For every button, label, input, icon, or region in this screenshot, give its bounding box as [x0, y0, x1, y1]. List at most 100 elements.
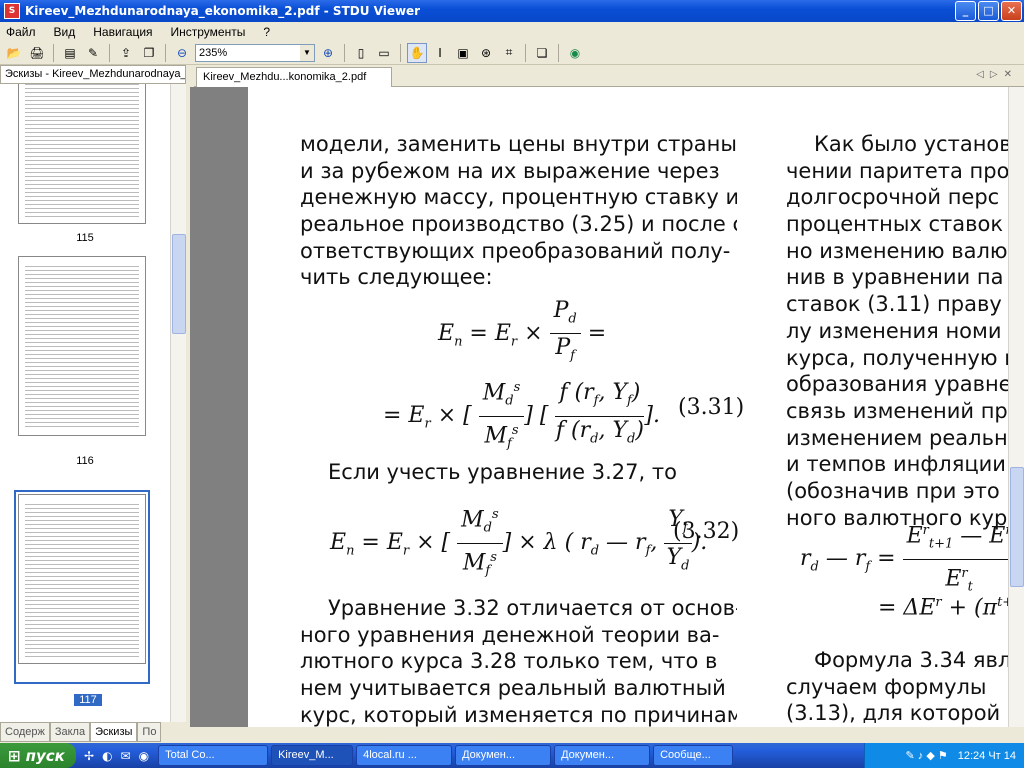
tab-thumbnails[interactable]: Эскизы [90, 722, 138, 742]
menu-tools[interactable]: Инструменты [171, 25, 246, 39]
document-scrollbar[interactable] [1008, 87, 1024, 727]
toolbar: 📂 🖨 ▤ ✎ ⇪ ❐ ⊖ 235% ▼ ⊕ ▯ ▭ ✋ I ▣ ⊛ ⌗ ❏ ◉ [0, 41, 1024, 65]
equation-3-32: En = Er × [ Mds Mfs ] × λ ( rd — rf, Yf … [330, 501, 707, 585]
quick-launch-icon[interactable]: ✉ [121, 749, 131, 763]
taskbar-item[interactable]: Total Co... [158, 745, 269, 766]
text-line: связь изменений пр [786, 398, 1008, 423]
quick-launch-icon[interactable]: ✢ [84, 749, 94, 763]
scrollbar-thumb[interactable] [172, 234, 186, 334]
equation-3-33-fragment: rd — rf = Ert+1 — Er Ert [800, 517, 1008, 601]
export-icon[interactable]: ⇪ [116, 43, 136, 63]
start-button[interactable]: ⊞ пуск [0, 743, 76, 768]
tab-navigation-arrows[interactable]: ◁▷✕ [976, 69, 1018, 80]
text-line: случаем формулы [786, 674, 987, 699]
taskbar-item[interactable]: Докумен... [554, 745, 651, 766]
properties-icon[interactable]: ▤ [60, 43, 80, 63]
menu-bar: Файл Вид Навигация Инструменты ? [0, 22, 1024, 41]
equation-3-31-part1: En = Er × Pd Pf = [438, 298, 607, 364]
system-tray: ✎ ♪ ◆ ⚑ 12:24 Чт 14 [864, 743, 1024, 768]
text-line: Уравнение 3.32 отличается от основ- [328, 596, 737, 620]
text-line: Если учесть уравнение 3.27, то [328, 460, 677, 484]
menu-navigation[interactable]: Навигация [93, 25, 152, 39]
open-folder-icon[interactable]: 📂 [4, 43, 24, 63]
facing-pages-icon[interactable]: ▭ [374, 43, 394, 63]
text-line: ного уравнения денежной теории ва- [300, 622, 720, 647]
hand-tool-icon[interactable]: ✋ [407, 42, 427, 63]
select-image-icon[interactable]: ▣ [453, 43, 473, 63]
copy-icon[interactable]: ❐ [139, 43, 159, 63]
text-line: чении паритета про [786, 158, 1008, 183]
text-line: реальное производство (3.25) и после со- [300, 212, 737, 237]
sidebar-tabs: Содерж Закла Эскизы По [0, 722, 186, 742]
text-line: ответствующих преобразований полу- [300, 238, 731, 263]
taskbar: ⊞ пуск ✢ ◐ ✉ ◉ Total Co... Kireev_M... 4… [0, 743, 1024, 768]
toolbar-separator [165, 43, 166, 62]
zoom-value: 235% [199, 46, 228, 59]
taskbar-item[interactable]: 4local.ru ... [356, 745, 453, 766]
equation-3-31-part2: = Er × [ Mds Mfs ] [ f (rf, Yf) f (rd, Y… [383, 374, 660, 458]
text-line: образования уравне [786, 372, 1008, 397]
clock[interactable]: 12:24 Чт 14 [958, 750, 1016, 762]
select-text-icon[interactable]: I [430, 43, 450, 63]
text-line: нив в уравнении па [786, 265, 1004, 290]
document-tab[interactable]: Kireev_Mezhdu...konomika_2.pdf [196, 67, 392, 87]
close-button[interactable]: ✕ [1001, 1, 1022, 21]
zoom-in-icon[interactable]: ⊕ [318, 43, 338, 63]
window-icon[interactable]: ❏ [532, 43, 552, 63]
text-line: изменением реально [786, 425, 1008, 450]
zoom-out-icon[interactable]: ⊖ [172, 43, 192, 63]
menu-file[interactable]: Файл [6, 25, 36, 39]
tab-bookmarks[interactable]: Закла [49, 722, 91, 742]
page-thumbnail-117[interactable] [18, 494, 146, 664]
quick-launch-icon[interactable]: ◐ [102, 749, 112, 763]
document-viewer[interactable]: модели, заменить цены внутри страны и за… [190, 87, 1008, 727]
page-thumbnail-115[interactable] [18, 84, 146, 224]
text-column-left: модели, заменить цены внутри страны и за… [300, 131, 737, 291]
taskbar-item-active[interactable]: Kireev_M... [271, 745, 354, 766]
minimize-button[interactable]: _ [955, 1, 976, 21]
single-page-icon[interactable]: ▯ [351, 43, 371, 63]
window-title: Kireev_Mezhdunarodnaya_ekonomika_2.pdf -… [25, 4, 421, 18]
tab-contents[interactable]: Содерж [0, 722, 50, 742]
scrollbar-thumb[interactable] [1010, 467, 1024, 587]
page-number-116: 116 [76, 455, 94, 467]
text-line: модели, заменить цены внутри страны [300, 132, 737, 156]
menu-help[interactable]: ? [263, 25, 270, 39]
text-line: денежную массу, процентную ставку и [300, 185, 737, 210]
toolbar-separator [525, 43, 526, 62]
page-number-117: 117 [74, 694, 102, 706]
taskbar-item[interactable]: Докумен... [455, 745, 552, 766]
sidebar-scrollbar[interactable] [170, 84, 186, 722]
text-line: и за рубежом на их выражение через [300, 158, 720, 183]
text-line: лу изменения номи [786, 318, 1002, 343]
toolbar-separator [109, 43, 110, 62]
web-icon[interactable]: ◉ [565, 43, 585, 63]
app-icon: S [4, 3, 20, 19]
text-line: курс, который изменяется по причинам [300, 702, 737, 727]
tray-icons[interactable]: ✎ ♪ ◆ ⚑ [906, 749, 948, 762]
toolbar-separator [53, 43, 54, 62]
text-column-left-2: Если учесть уравнение 3.27, то [328, 459, 728, 486]
zoom-select[interactable]: 235% ▼ [195, 43, 315, 62]
equation-3-32-label: (3.32) [673, 519, 740, 544]
page-thumbnail-116[interactable] [18, 256, 146, 436]
chevron-down-icon[interactable]: ▼ [300, 44, 314, 61]
print-icon[interactable]: 🖨 [27, 43, 47, 63]
menu-view[interactable]: Вид [54, 25, 76, 39]
toolbar-separator [344, 43, 345, 62]
bookmark-icon[interactable]: ✎ [83, 43, 103, 63]
thumbnail-list[interactable]: 115 116 117 [0, 84, 170, 722]
toolbar-separator [558, 43, 559, 62]
text-column-left-3: Уравнение 3.32 отличается от основ- ного… [300, 595, 737, 727]
zoom-tool-icon[interactable]: ⊛ [476, 43, 496, 63]
quick-launch-icon[interactable]: ◉ [139, 749, 149, 763]
maximize-button[interactable]: □ [978, 1, 999, 21]
text-line: (обозначив при это [786, 478, 1000, 503]
snapshot-icon[interactable]: ⌗ [499, 43, 519, 63]
text-line: процентных ставок м [786, 212, 1008, 237]
tab-search[interactable]: По [137, 722, 162, 742]
taskbar-item[interactable]: Сообще... [653, 745, 734, 766]
pdf-page: модели, заменить цены внутри страны и за… [248, 87, 1008, 727]
text-column-right-2: Формула 3.34 явл случаем формулы (3.13),… [786, 647, 1008, 727]
equation-3-34-fragment: = ΔEr + (πt+ [878, 595, 1008, 621]
